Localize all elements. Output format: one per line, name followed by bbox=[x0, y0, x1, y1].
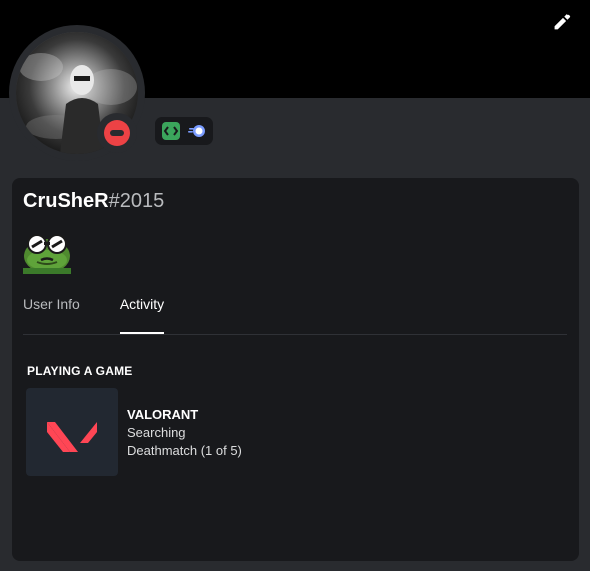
discriminator: #2015 bbox=[108, 190, 165, 212]
edit-profile-button[interactable] bbox=[550, 12, 572, 34]
dnd-status-icon bbox=[104, 120, 130, 146]
username-row[interactable]: CruSheR#2015 bbox=[23, 190, 164, 213]
tab-activity[interactable]: Activity bbox=[119, 288, 165, 334]
pepe-sunglasses-emoji[interactable] bbox=[23, 230, 71, 274]
pencil-icon bbox=[554, 14, 571, 30]
profile-tabs: User Info Activity bbox=[23, 288, 204, 334]
game-name: VALORANT bbox=[127, 407, 199, 422]
game-art[interactable] bbox=[26, 388, 118, 476]
tabs-divider bbox=[23, 334, 567, 335]
game-details: Deathmatch (1 of 5) bbox=[127, 443, 242, 458]
game-state: Searching bbox=[127, 425, 186, 440]
nitro-icon[interactable] bbox=[187, 121, 207, 141]
profile-badges bbox=[155, 117, 213, 145]
profile-card: CruSheR#2015 User Info Activity PLAYING … bbox=[12, 178, 579, 561]
valorant-logo-icon bbox=[47, 422, 97, 452]
username: CruSheR bbox=[23, 190, 109, 212]
tab-user-info[interactable]: User Info bbox=[23, 288, 80, 326]
user-profile-popout: CruSheR#2015 User Info Activity PLAYING … bbox=[0, 0, 590, 571]
activity-header: PLAYING A GAME bbox=[27, 364, 133, 378]
game-info: VALORANT Searching Deathmatch (1 of 5) bbox=[127, 406, 242, 460]
hypesquad-icon[interactable] bbox=[161, 121, 181, 141]
